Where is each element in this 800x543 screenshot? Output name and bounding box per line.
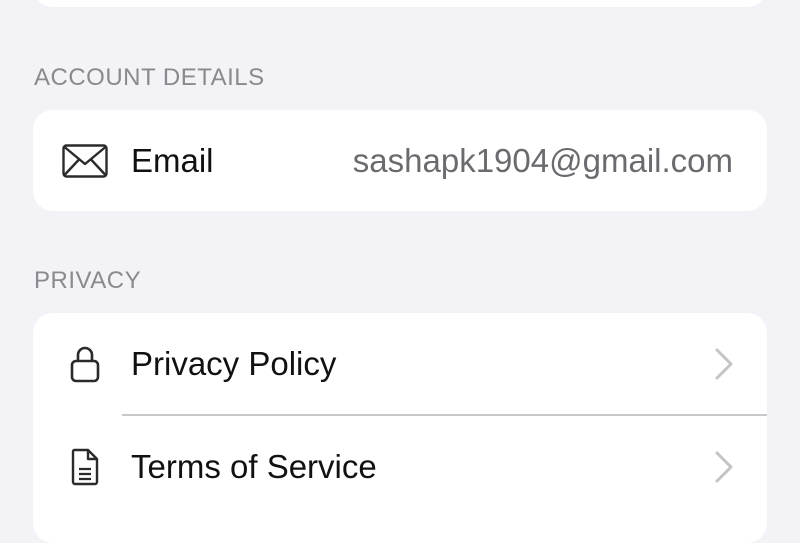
terms-of-service-label: Terms of Service [131,448,377,485]
account-details-header: ACCOUNT DETAILS [34,64,265,91]
terms-of-service-row[interactable]: Terms of Service [33,416,767,518]
email-label: Email [131,142,214,179]
privacy-header: PRIVACY [34,267,142,294]
document-icon [61,447,109,487]
privacy-policy-label: Privacy Policy [131,345,337,382]
account-details-card: Email sashapk1904@gmail.com [33,110,767,211]
lock-icon [61,344,109,384]
previous-settings-card [33,0,767,7]
privacy-card: Privacy Policy Terms of Service [33,313,767,543]
privacy-policy-row[interactable]: Privacy Policy [33,313,767,416]
chevron-right-icon [713,347,735,381]
email-row[interactable]: Email sashapk1904@gmail.com [33,110,767,212]
envelope-icon [61,141,109,181]
chevron-right-icon [713,450,735,484]
email-value: sashapk1904@gmail.com [352,142,733,179]
